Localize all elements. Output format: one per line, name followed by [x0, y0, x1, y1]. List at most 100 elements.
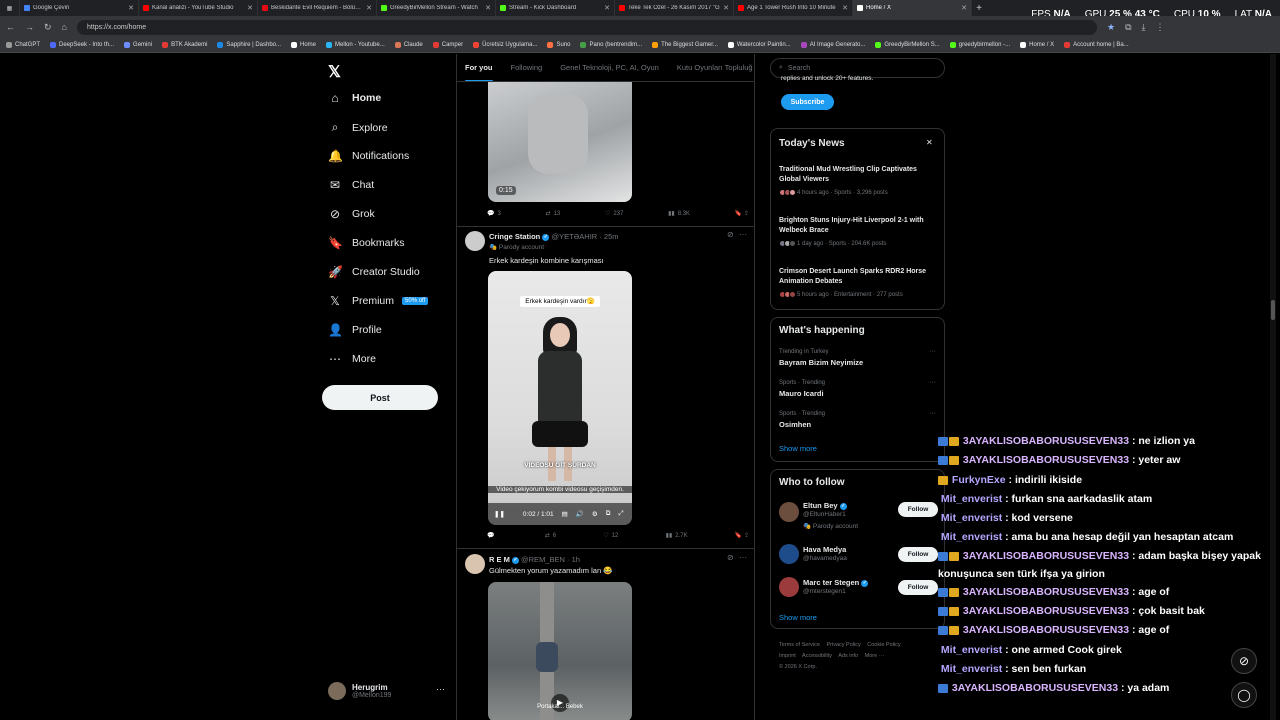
reply-button[interactable]: 💬 [487, 532, 497, 539]
sidebar-item-notifications[interactable]: 🔔 Notifications [328, 149, 409, 163]
tab-community-boardgames[interactable]: Kutu Oyunları Topluluğ [677, 63, 753, 72]
post-button[interactable]: Post [322, 385, 438, 410]
reload-icon[interactable]: ↻ [44, 22, 52, 33]
tab-2[interactable]: Beskidante Evil Requiem - Bölüm 4 ✕ [258, 0, 377, 16]
sidebar-item-grok[interactable]: ⊘ Grok [328, 207, 375, 221]
new-tab-button[interactable]: + [972, 3, 986, 14]
scrollbar-thumb[interactable] [1271, 300, 1275, 320]
settings-icon[interactable]: ⚙ [592, 510, 598, 518]
avatar[interactable] [465, 231, 485, 251]
trend-name[interactable]: Bayram Bizim Neyimize [779, 358, 863, 367]
bookmark-item[interactable]: Watercolor Paintin... [727, 42, 791, 48]
bookmark-item[interactable]: Camper [432, 42, 463, 48]
close-icon[interactable]: ✕ [926, 138, 933, 147]
menu-icon[interactable]: ⋮ [1155, 22, 1164, 33]
back-icon[interactable]: ← [6, 22, 15, 32]
repost-button[interactable]: ⇄ 6 [545, 532, 556, 540]
close-icon[interactable]: ✕ [961, 4, 967, 12]
tab-0[interactable]: Google Çeviri ✕ [20, 0, 139, 16]
close-icon[interactable]: ✕ [366, 4, 372, 12]
url-field[interactable]: https://x.com/home [76, 19, 1097, 35]
account-switcher[interactable]: Herugrim @Mellon199 [328, 682, 391, 700]
reply-button[interactable]: 💬 3 [487, 210, 501, 218]
grok-icon[interactable]: ⊘ [727, 230, 734, 239]
show-more-link[interactable]: Show more [779, 444, 817, 453]
sidebar-item-chat[interactable]: ✉ Chat [328, 178, 374, 192]
subscribe-button[interactable]: Subscribe [781, 94, 834, 110]
follow-name[interactable]: Eltun Bey ✓ [803, 501, 847, 510]
more-icon[interactable]: ··· [739, 230, 747, 239]
show-more-link[interactable]: Show more [779, 613, 817, 622]
footer-link[interactable]: Cookie Policy [867, 642, 900, 648]
pause-icon[interactable]: ❚❚ [494, 510, 505, 518]
extensions-icon[interactable]: ⧉ [1125, 22, 1131, 33]
close-icon[interactable]: ✕ [485, 4, 491, 12]
trend-name[interactable]: Mauro Icardi [779, 389, 824, 398]
bookmark-item[interactable]: Ücretsiz Uygulama... [473, 42, 537, 48]
bookmark-button[interactable]: 🔖 ⇪ [735, 532, 749, 539]
bookmark-item[interactable]: AI Image Generato... [800, 42, 865, 48]
scrollbar[interactable] [1270, 54, 1276, 720]
bookmark-item[interactable]: greedybirmellon -... [949, 42, 1010, 48]
chat-bubble-icon[interactable]: ◯ [1231, 682, 1257, 708]
tweet-video-thumbnail[interactable]: 0:15 [488, 74, 632, 202]
more-icon[interactable]: ··· [929, 348, 936, 355]
sidebar-item-more[interactable]: ⋯ More [328, 352, 376, 366]
like-button[interactable]: ♡ 12 [603, 532, 618, 540]
sidebar-item-profile[interactable]: 👤 Profile [328, 323, 382, 337]
account-more-icon[interactable]: ··· [436, 684, 445, 694]
tweet-author[interactable]: R E M ✓ @REM_BEN · 1h [489, 555, 580, 564]
grok-icon[interactable]: ⊘ [727, 553, 734, 562]
follow-name[interactable]: Marc ter Stegen ✓ [803, 578, 869, 587]
close-icon[interactable]: ✕ [723, 4, 729, 12]
pip-icon[interactable]: ⧉ [606, 510, 611, 518]
views-button[interactable]: ▮▮ 8.3K [668, 210, 690, 218]
tab-5[interactable]: Teke Tek Özel - 26 Kasım 2017 "G ✕ [615, 0, 734, 16]
x-logo-icon[interactable]: 𝕏 [328, 62, 341, 82]
tab-3[interactable]: GreedyBirMellon Stream - Watch ✕ [377, 0, 496, 16]
bookmark-item[interactable]: The Biggest Gamer... [652, 42, 718, 48]
follow-button[interactable]: Follow [898, 580, 938, 595]
footer-link[interactable]: Imprint [779, 653, 796, 659]
home-icon[interactable]: ⌂ [62, 22, 67, 32]
bookmark-item[interactable]: Home / X [1020, 42, 1054, 48]
more-icon[interactable]: ··· [929, 410, 936, 417]
follow-button[interactable]: Follow [898, 547, 938, 562]
footer-link[interactable]: Ads info [838, 653, 858, 659]
tab-for-you[interactable]: For you [465, 63, 493, 81]
sidebar-item-creator-studio[interactable]: 🚀 Creator Studio [328, 265, 420, 279]
follow-button[interactable]: Follow [898, 502, 938, 517]
news-title[interactable]: Crimson Desert Launch Sparks RDR2 Horse … [779, 267, 937, 286]
fullscreen-icon[interactable]: ⤢ [618, 510, 623, 518]
avatar[interactable] [779, 544, 799, 564]
tweet-video-player[interactable]: Erkek kardeşin vardır🫣 VIDEOSU GIT ŞURDA… [488, 271, 632, 525]
tab-1[interactable]: Kanal analizi - YouTube Studio ✕ [139, 0, 258, 16]
bookmark-item[interactable]: Account home | Ba... [1064, 42, 1129, 48]
news-title[interactable]: Traditional Mud Wrestling Clip Captivate… [779, 165, 937, 184]
more-icon[interactable]: ··· [739, 553, 747, 562]
close-icon[interactable]: ✕ [604, 4, 610, 12]
trend-name[interactable]: Osimhen [779, 420, 811, 429]
bookmark-item[interactable]: Mellon - Youtube... [326, 42, 385, 48]
more-icon[interactable]: ··· [929, 379, 936, 386]
tab-6[interactable]: Age 1 Tower Rush Into 10 Minute ✕ [734, 0, 853, 16]
bookmark-item[interactable]: BTK Akademi [162, 42, 207, 48]
sidebar-item-premium[interactable]: 𝕏 Premium 50% off [328, 294, 429, 308]
footer-link[interactable]: Privacy Policy [827, 642, 861, 648]
close-icon[interactable]: ✕ [842, 4, 848, 12]
tab-7-active[interactable]: Home / X ✕ [853, 0, 972, 16]
tweet-video-thumbnail[interactable]: ▶ Portakal... Bebek [488, 582, 632, 720]
footer-link[interactable]: More ··· [865, 653, 885, 659]
bookmark-item[interactable]: DeepSeek - Into th... [50, 42, 114, 48]
volume-icon[interactable]: 🔊 [576, 510, 584, 518]
close-icon[interactable]: ✕ [247, 4, 253, 12]
avatar[interactable] [779, 502, 799, 522]
tab-community-tech[interactable]: Genel Teknoloji, PC, AI, Oyun [560, 63, 659, 72]
sidebar-item-explore[interactable]: ⌕ Explore [328, 120, 388, 135]
avatar[interactable] [779, 577, 799, 597]
bookmark-item[interactable]: ChatGPT [6, 42, 40, 48]
bookmark-button[interactable]: 🔖 ⇪ [735, 210, 749, 217]
footer-link[interactable]: Terms of Service [779, 642, 820, 648]
tweet-author[interactable]: Cringe Station ✓ @YETƏAHIR · 25m [489, 232, 618, 241]
bookmark-star-icon[interactable]: ★ [1107, 22, 1115, 33]
